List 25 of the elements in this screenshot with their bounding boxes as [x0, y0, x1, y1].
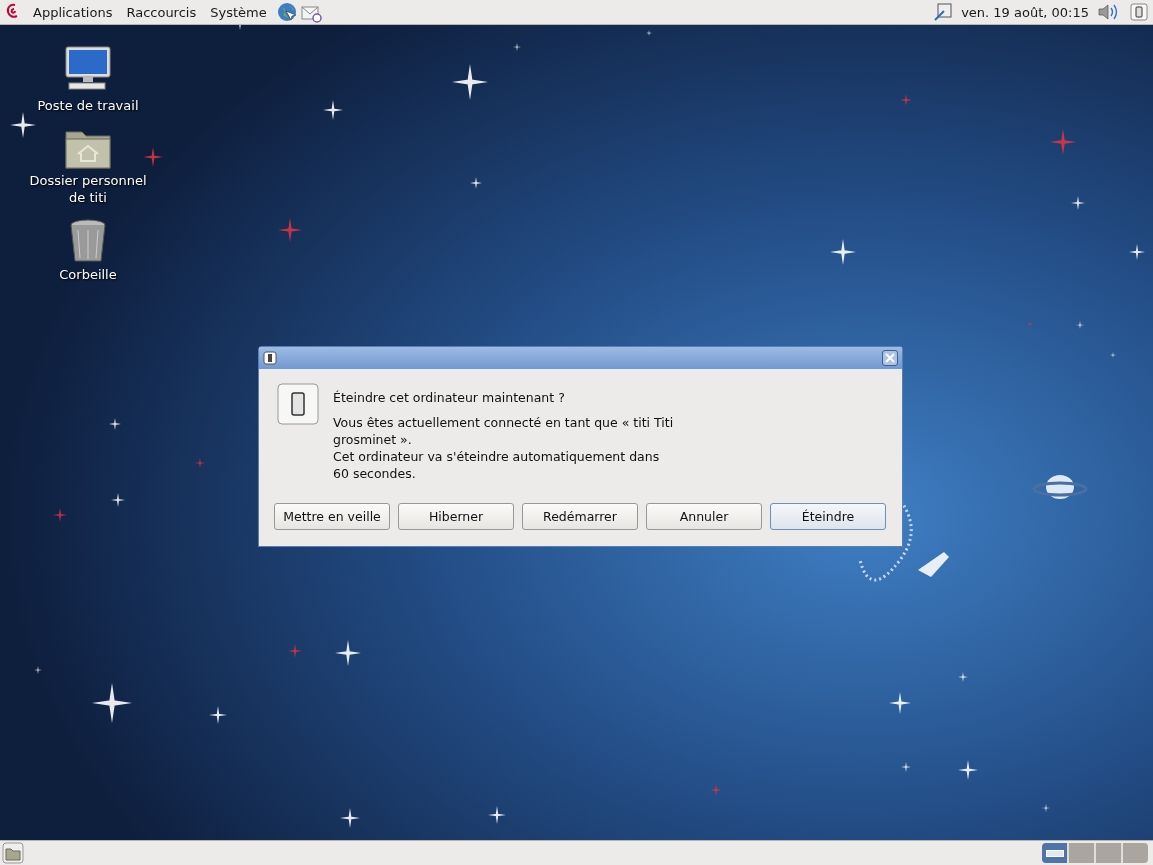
desktop-icon-label[interactable]: Dossier personnel de titi: [28, 172, 148, 206]
window-menu-icon[interactable]: [263, 351, 277, 365]
menu-item[interactable]: Applications: [26, 2, 120, 22]
dialog-button[interactable]: Mettre en veille: [274, 503, 390, 530]
dialog-message: Vous êtes actuellement connecté en tant que « titi Titi grosminet ». Cet ordinateur va s'éteindre automatiquement dans 60 secondes.: [333, 414, 674, 482]
trash-icon: [68, 218, 108, 264]
show-desktop-icon[interactable]: [2, 842, 24, 864]
dialog-heading: Éteindre cet ordinateur maintenant ?: [333, 389, 566, 406]
dialog-button[interactable]: Annuler: [646, 503, 762, 530]
shutdown-icon[interactable]: [1129, 2, 1149, 22]
note-icon[interactable]: [933, 2, 954, 22]
dialog-button[interactable]: Redémarrer: [522, 503, 638, 530]
switch-icon: [277, 383, 319, 425]
dialog-button[interactable]: Éteindre: [770, 503, 886, 530]
planet-icon: [1032, 475, 1088, 499]
volume-icon[interactable]: [1097, 2, 1119, 22]
desktop-icon-label[interactable]: Corbeille: [59, 266, 117, 283]
workspace-button[interactable]: [1042, 843, 1067, 863]
menu-item[interactable]: Raccourcis: [119, 2, 204, 22]
clock[interactable]: ven. 19 août, 00:15: [955, 4, 1095, 20]
dialog-button[interactable]: Hiberner: [398, 503, 514, 530]
globe-icon[interactable]: [275, 1, 298, 23]
close-button[interactable]: [882, 350, 898, 366]
menu-item[interactable]: Système: [203, 2, 274, 22]
desktop-icon-label[interactable]: Poste de travail: [37, 97, 139, 114]
